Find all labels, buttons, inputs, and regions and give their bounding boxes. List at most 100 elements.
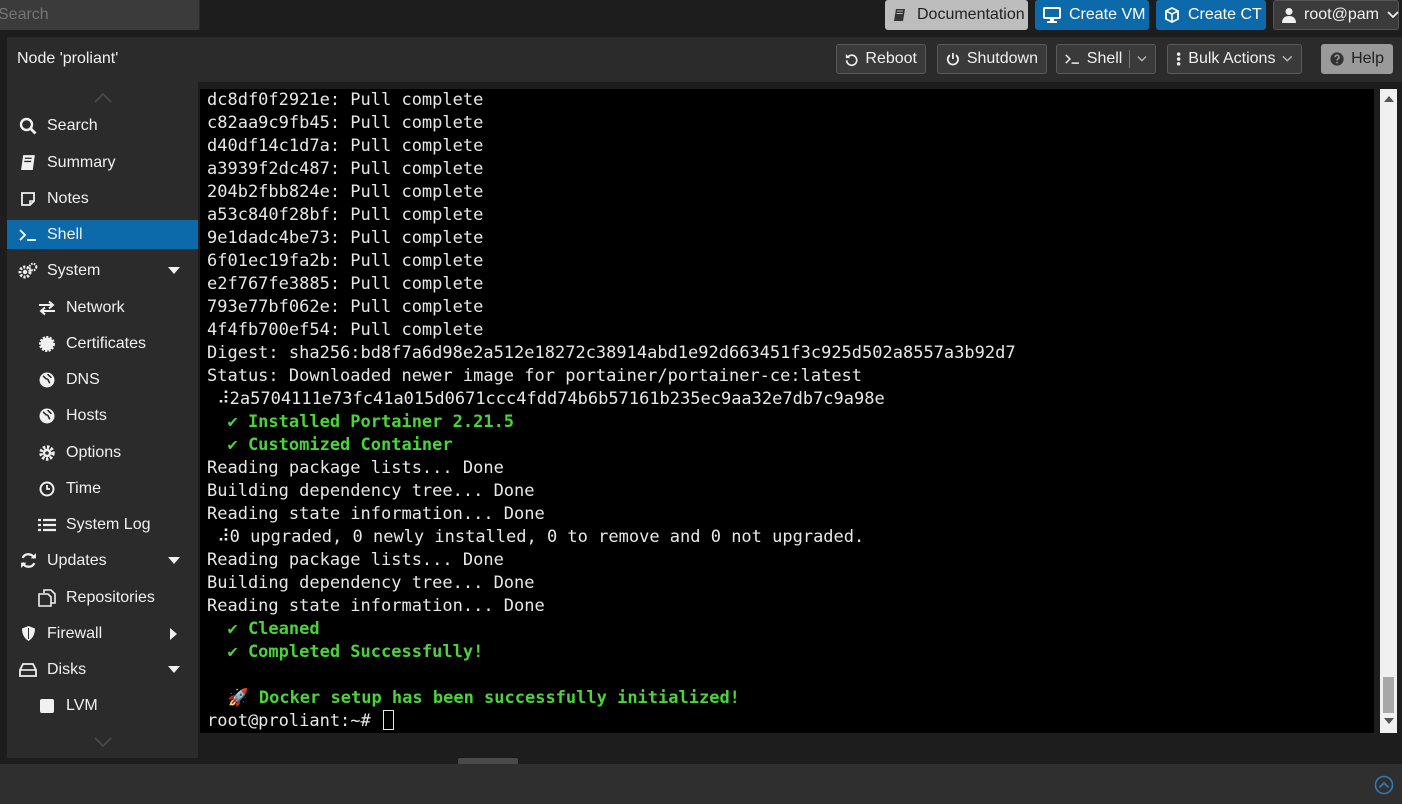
note-icon [18, 189, 38, 209]
sidebar-item-options[interactable]: Options [7, 438, 198, 467]
files-icon [37, 588, 57, 608]
sidebar-item-label: Time [66, 479, 101, 497]
top-bar: Documentation Create VM Create CT root@p… [0, 0, 1402, 30]
shell-button[interactable]: Shell [1056, 44, 1156, 74]
split-divider [1129, 50, 1131, 68]
gears-icon [18, 261, 38, 281]
terminal-line: c82aa9c9fb45: Pull complete [207, 113, 484, 133]
sidebar-item-label: System [47, 261, 101, 279]
globe-icon [37, 370, 57, 390]
terminal-line: d40df14c1d7a: Pull complete [207, 136, 484, 156]
terminal-line: ⠼2a5704111e73fc41a015d0671ccc4fdd74b6b57… [207, 389, 885, 409]
global-search[interactable] [0, 0, 200, 30]
documentation-button[interactable]: Documentation [885, 0, 1028, 30]
terminal-line: ✔ Customized Container [207, 435, 453, 455]
shell-prompt: root@proliant:~# [207, 710, 1374, 733]
sidebar-item-system[interactable]: System [7, 256, 198, 285]
chevron-up-circle-icon[interactable] [1374, 775, 1394, 795]
sidebar-item-lvm[interactable]: LVM [7, 691, 198, 720]
sidebar-item-label: Summary [47, 153, 116, 171]
scroll-thumb[interactable] [1383, 677, 1394, 713]
sidebar-item-disks[interactable]: Disks [7, 655, 198, 684]
sidebar-item-label: Notes [47, 189, 89, 207]
create-vm-button[interactable]: Create VM [1035, 0, 1149, 30]
shutdown-button[interactable]: Shutdown [937, 44, 1047, 74]
book-icon [18, 153, 38, 173]
sidebar-item-time[interactable]: Time [7, 474, 198, 503]
user-menu-button[interactable]: root@pam [1273, 0, 1399, 30]
sidebar-item-label: Firewall [47, 624, 103, 642]
shutdown-label: Shutdown [966, 50, 1038, 67]
power-icon [946, 52, 959, 66]
terminal-line: 204b2fbb824e: Pull complete [207, 182, 484, 202]
sidebar-item-system-log[interactable]: System Log [7, 510, 198, 539]
sidebar-item-label: Repositories [66, 588, 155, 606]
terminal-line: Reading package lists... Done [207, 550, 504, 570]
question-circle-icon [1330, 52, 1344, 66]
scroll-up-icon[interactable] [93, 91, 113, 105]
sidebar-item-label: System Log [66, 515, 151, 533]
caret-down-icon[interactable] [168, 556, 180, 565]
terminal-line: ✔ Completed Successfully! [207, 642, 484, 662]
desktop-icon [1043, 7, 1061, 23]
hdd-icon [18, 660, 38, 680]
sidebar-item-firewall[interactable]: Firewall [7, 619, 198, 648]
sidebar-item-network[interactable]: Network [7, 293, 198, 322]
sidebar-item-repositories[interactable]: Repositories [7, 583, 198, 612]
help-label: Help [1351, 50, 1384, 67]
bulk-actions-button[interactable]: Bulk Actions [1167, 44, 1302, 74]
sidebar-item-label: Hosts [66, 406, 107, 424]
terminal-line: Building dependency tree... Done [207, 481, 535, 501]
chevron-down-icon [1282, 55, 1293, 62]
scroll-up-icon[interactable] [1384, 95, 1394, 102]
terminal-line: 9e1dadc4be73: Pull complete [207, 228, 484, 248]
search-input[interactable] [0, 0, 197, 30]
node-sidebar: Search Summary Notes Shell System Networ… [7, 82, 198, 758]
terminal-line: Digest: sha256:bd8f7a6d98e2a512e18272c38… [207, 343, 1016, 363]
create-ct-button[interactable]: Create CT [1156, 0, 1266, 30]
reboot-button[interactable]: Reboot [836, 44, 926, 74]
terminal-line: Reading state information... Done [207, 504, 545, 524]
sidebar-item-label: Certificates [66, 334, 147, 352]
user-label: root@pam [1304, 6, 1379, 23]
book-icon [894, 9, 905, 21]
sidebar-item-hosts[interactable]: Hosts [7, 401, 198, 430]
sidebar-item-label: Shell [47, 225, 83, 243]
undo-icon [845, 53, 858, 67]
sidebar-item-updates[interactable]: Updates [7, 546, 198, 575]
caret-right-icon[interactable] [170, 627, 178, 640]
list-icon [37, 515, 57, 535]
terminal-icon [1065, 54, 1079, 64]
help-button[interactable]: Help [1321, 44, 1393, 74]
sidebar-item-summary[interactable]: Summary [7, 148, 198, 177]
certificate-icon [37, 334, 57, 354]
terminal-line: a3939f2dc487: Pull complete [207, 159, 484, 179]
square-icon [37, 696, 57, 716]
reboot-label: Reboot [865, 50, 917, 67]
sidebar-item-shell[interactable]: Shell [7, 220, 198, 249]
chevron-down-icon [1387, 11, 1399, 19]
terminal-scrollbar[interactable] [1380, 89, 1397, 733]
log-panel-bar [0, 764, 1402, 804]
terminal-line: Status: Downloaded newer image for porta… [207, 366, 863, 386]
caret-down-icon[interactable] [168, 665, 180, 674]
sidebar-item-search[interactable]: Search [7, 111, 198, 140]
sidebar-item-label: LVM [66, 696, 98, 714]
scroll-down-icon[interactable] [93, 735, 113, 749]
clock-icon [37, 479, 57, 499]
sidebar-item-label: Search [47, 116, 98, 134]
scroll-down-icon[interactable] [1384, 718, 1394, 725]
sidebar-item-dns[interactable]: DNS [7, 365, 198, 394]
sidebar-item-label: Updates [47, 551, 107, 569]
refresh-icon [18, 551, 38, 571]
terminal-line: ✔ Cleaned [207, 619, 320, 639]
sidebar-item-notes[interactable]: Notes [7, 184, 198, 213]
user-icon [1282, 8, 1296, 23]
sidebar-item-certificates[interactable]: Certificates [7, 329, 198, 358]
chevron-down-icon[interactable] [1137, 55, 1147, 63]
sidebar-item-label: DNS [66, 370, 100, 388]
caret-down-icon[interactable] [168, 266, 180, 275]
terminal-line: a53c840f28bf: Pull complete [207, 205, 484, 225]
terminal-line: Reading package lists... Done [207, 458, 504, 478]
terminal-output[interactable]: dc8df0f2921e: Pull complete c82aa9c9fb45:… [200, 89, 1374, 733]
